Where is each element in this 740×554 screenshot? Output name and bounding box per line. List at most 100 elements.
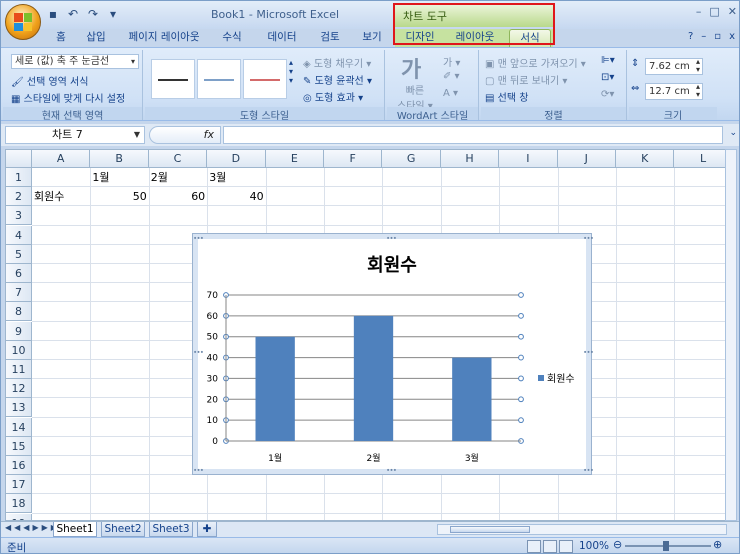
sheet-tab-1[interactable]: Sheet1 — [53, 522, 97, 537]
gridline-handle-right[interactable] — [518, 333, 524, 340]
customize-qat-icon[interactable]: ▾ — [105, 7, 121, 21]
column-header[interactable]: C — [148, 150, 208, 168]
workbook-close-icon[interactable]: x — [729, 31, 735, 42]
cell-c1[interactable]: 2월 — [149, 168, 207, 187]
cell-d2[interactable]: 40 — [207, 187, 265, 206]
restore-icon[interactable]: ▫ — [714, 31, 721, 42]
chart-resize-handle[interactable]: ∙∙∙ — [583, 348, 594, 356]
vertical-scrollbar[interactable] — [725, 149, 737, 521]
normal-view-icon[interactable] — [527, 540, 541, 553]
chart-plot-area[interactable]: 0 10 20 30 40 50 60 70 1월 2월 3월 회원수 — [198, 239, 586, 469]
worksheet-grid[interactable]: A B C D E F G H I J K L 1 2 3 4 5 6 7 8 9 10 11 12 13 14 15 16 17 18 1… — [5, 149, 727, 521]
gridline-handle-right[interactable] — [518, 375, 524, 382]
format-selection-button[interactable]: 🖌 선택 영역 서식 — [11, 73, 88, 88]
height-spinner-icon[interactable]: ▴ ▾ — [696, 58, 700, 74]
row-header[interactable]: 5 — [6, 244, 32, 264]
page-break-view-icon[interactable] — [559, 540, 573, 553]
zoom-level[interactable]: 100% — [579, 540, 609, 552]
column-header[interactable]: A — [32, 150, 91, 168]
chevron-down-icon[interactable]: ▼ — [134, 127, 140, 143]
ribbon-minimize-icon[interactable]: – — [701, 31, 706, 42]
insert-sheet-icon[interactable]: ✚ — [197, 522, 217, 537]
column-header[interactable]: F — [324, 150, 383, 168]
sheet-nav-icons[interactable]: ◀◀◀▶▶▶ — [5, 523, 60, 532]
height-field[interactable]: 7.62 cm ▴ ▾ — [645, 58, 703, 75]
text-effects-icon[interactable]: A ▾ — [443, 88, 458, 99]
column-header[interactable]: I — [499, 150, 558, 168]
tab-home[interactable]: 홈 — [47, 29, 75, 47]
bar-2월[interactable] — [353, 315, 394, 441]
gridline-handle-right[interactable] — [518, 292, 524, 298]
column-header[interactable]: E — [265, 150, 324, 168]
column-header[interactable]: K — [616, 150, 675, 168]
row-header[interactable]: 15 — [6, 436, 32, 456]
text-fill-icon[interactable]: 가 ▾ — [443, 54, 460, 69]
zoom-slider[interactable] — [625, 541, 711, 551]
cell-b1[interactable]: 1월 — [90, 168, 148, 187]
embedded-chart[interactable]: 회원수 0 10 20 30 40 50 60 70 1월 2월 3월 회원수 ∙∙∙ ∙∙∙ ∙∙∙ ∙∙∙ ∙… — [192, 233, 594, 475]
cell-a2[interactable]: 회원수 — [32, 187, 90, 206]
chart-resize-handle[interactable]: ∙∙∙ — [386, 234, 397, 242]
cell-b2[interactable]: 50 — [90, 187, 148, 206]
legend-label[interactable]: 회원수 — [547, 373, 575, 385]
reset-style-button[interactable]: ▦ 스타일에 맞게 다시 설정 — [11, 90, 125, 105]
bar-3월[interactable] — [452, 357, 492, 441]
expand-formula-icon[interactable]: ⌄ — [729, 128, 737, 138]
page-layout-view-icon[interactable] — [543, 540, 557, 553]
row-header[interactable]: 6 — [6, 264, 32, 283]
minimize-icon[interactable]: – — [696, 5, 702, 18]
horizontal-scrollbar[interactable] — [437, 524, 727, 535]
gridline-handle-right[interactable] — [518, 417, 524, 424]
row-header[interactable]: 8 — [6, 302, 32, 322]
tab-formulas[interactable]: 수식 — [215, 29, 249, 47]
cell-c2[interactable]: 60 — [149, 187, 207, 206]
close-icon[interactable]: ✕ — [728, 5, 737, 18]
row-header[interactable]: 13 — [6, 398, 32, 418]
chart-resize-handle[interactable]: ∙∙∙ — [583, 234, 594, 242]
help-icon[interactable]: ? — [688, 31, 693, 42]
chart-resize-handle[interactable]: ∙∙∙ — [193, 348, 204, 356]
width-field[interactable]: 12.7 cm ▴ ▾ — [645, 83, 703, 100]
row-header[interactable]: 14 — [6, 417, 32, 437]
row-header[interactable]: 10 — [6, 340, 32, 360]
row-header[interactable]: 19 — [6, 513, 32, 520]
row-header[interactable]: 9 — [6, 321, 32, 341]
shape-style-3[interactable] — [243, 59, 287, 99]
row-header[interactable]: 2 — [6, 187, 32, 207]
column-header[interactable]: B — [90, 150, 149, 168]
style-gallery-scroll[interactable]: ▴ ▾ ▾ — [289, 58, 293, 85]
shape-style-1[interactable] — [151, 59, 195, 99]
row-header[interactable]: 11 — [6, 360, 32, 379]
zoom-out-icon[interactable]: ⊖ — [613, 538, 622, 551]
chart-resize-handle[interactable]: ∙∙∙ — [583, 466, 594, 474]
rotate-icon[interactable]: ⟳▾ — [601, 89, 614, 100]
sheet-tab-2[interactable]: Sheet2 — [101, 522, 145, 537]
tab-data[interactable]: 데이터 — [263, 29, 301, 47]
scroll-thumb[interactable] — [450, 526, 530, 533]
formula-input[interactable] — [223, 126, 723, 144]
row-header[interactable]: 4 — [6, 225, 32, 245]
selection-pane-button[interactable]: ▤ 선택 창 — [485, 89, 528, 104]
undo-icon[interactable]: ↶ — [65, 7, 81, 21]
bring-front-button[interactable]: ▣ 맨 앞으로 가져오기 ▾ — [485, 55, 586, 70]
column-header[interactable]: J — [557, 150, 616, 168]
shape-outline-button[interactable]: ✎ 도형 윤곽선 ▾ — [303, 72, 372, 87]
gridline-handle-right[interactable] — [518, 354, 524, 361]
legend-swatch[interactable] — [538, 375, 544, 381]
row-header[interactable]: 17 — [6, 475, 32, 495]
tab-review[interactable]: 검토 — [315, 29, 345, 47]
save-icon[interactable]: ▪ — [45, 7, 61, 21]
shape-fill-button[interactable]: ◈ 도형 채우기 ▾ — [303, 55, 371, 70]
sheet-tab-3[interactable]: Sheet3 — [149, 522, 193, 537]
width-spinner-icon[interactable]: ▴ ▾ — [696, 83, 700, 99]
row-header[interactable]: 16 — [6, 456, 32, 475]
redo-icon[interactable]: ↷ — [85, 7, 101, 21]
row-header[interactable]: 7 — [6, 283, 32, 303]
zoom-thumb[interactable] — [663, 541, 669, 551]
select-all-corner[interactable] — [6, 150, 32, 168]
row-header[interactable]: 18 — [6, 494, 32, 514]
tab-insert[interactable]: 삽입 — [81, 29, 111, 47]
insert-function-button[interactable]: fx — [149, 126, 221, 144]
column-header[interactable]: H — [440, 150, 500, 168]
column-header[interactable]: L — [674, 150, 726, 168]
